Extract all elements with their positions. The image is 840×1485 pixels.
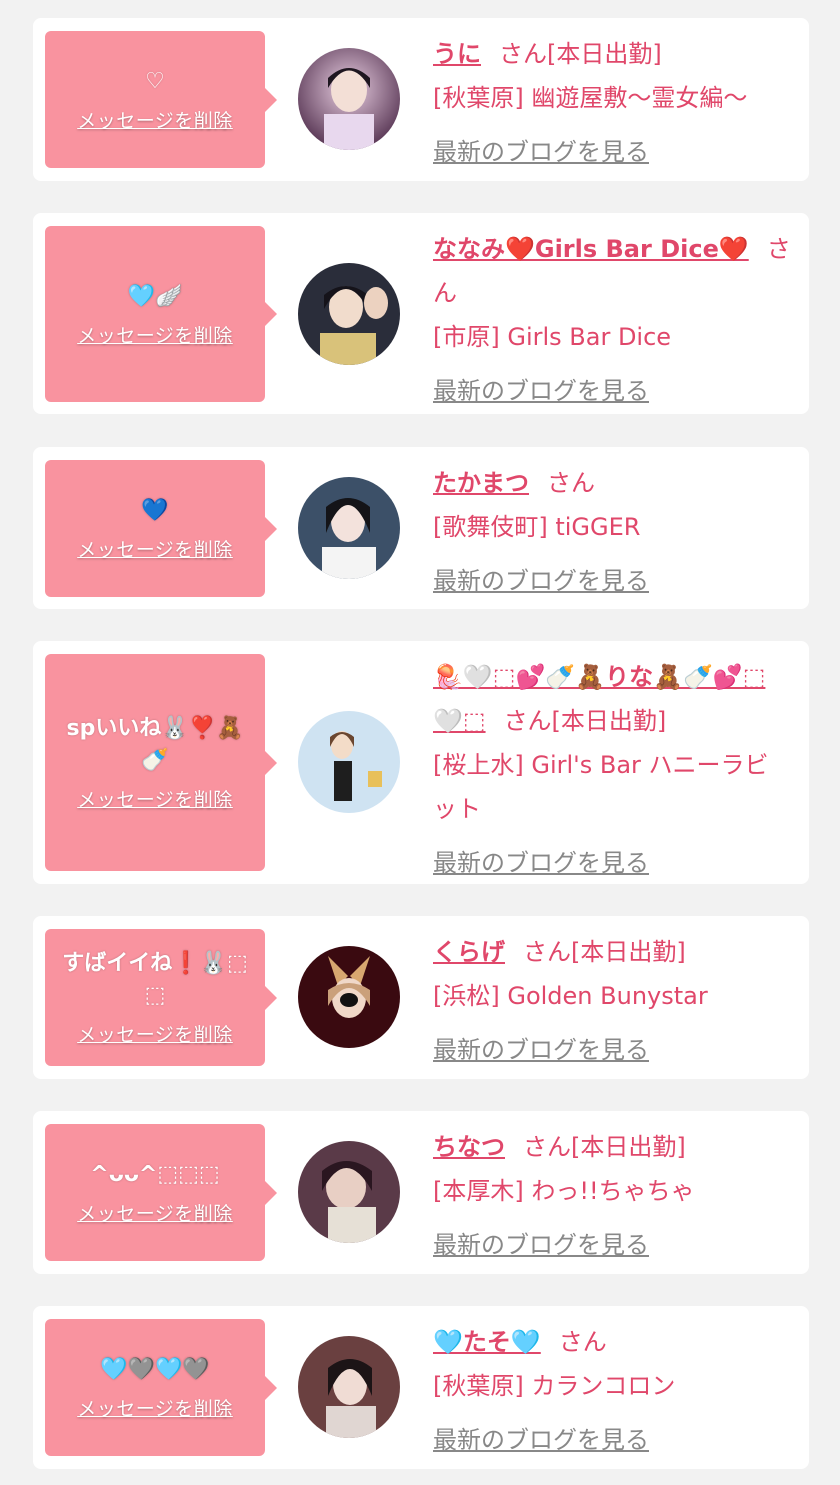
avatar-photo-icon [298, 477, 400, 579]
shop-label: [市原] Girls Bar Dice [433, 323, 672, 351]
delete-message-link[interactable]: メッセージを削除 [77, 106, 233, 133]
avatar[interactable] [298, 1336, 400, 1438]
avatar-photo-icon [298, 48, 400, 150]
cast-info: ななみ❤️Girls Bar Dice❤️ さん [市原] Girls Bar D… [433, 227, 791, 413]
cast-suffix: さん [547, 469, 595, 497]
cast-name-link[interactable]: たかまつ [433, 469, 529, 497]
blog-link[interactable]: 最新のブログを見る [433, 130, 791, 174]
favorite-card: 🩵🩶🩵🩶 メッセージを削除 🩵たそ🩵 さん [秋葉原] カランコロン 最新のブログ… [33, 1306, 809, 1469]
message-text: spいいね🐰❣️🧸🍼 [66, 716, 244, 773]
shop-label: [桜上水] Girl's Bar ハニーラビット [433, 751, 769, 823]
avatar-photo-icon [298, 711, 400, 813]
message-bubble: 🩵🪽 メッセージを削除 [45, 226, 277, 402]
message-bubble: ^ᴗᴗ^⬚⬚⬚ メッセージを削除 [45, 1124, 277, 1261]
message-text: ^ᴗᴗ^⬚⬚⬚ [90, 1162, 220, 1187]
message-bubble: 🩵🩶🩵🩶 メッセージを削除 [45, 1319, 277, 1456]
cast-name-link[interactable]: ななみ❤️Girls Bar Dice❤️ [433, 235, 749, 263]
message-bubble: すばイイね❗️🐰⬚⬚ メッセージを削除 [45, 929, 277, 1066]
favorite-card: 💙 メッセージを削除 たかまつ さん [歌舞伎町] tiGGER 最新のブログを見… [33, 447, 809, 609]
favorite-card: すばイイね❗️🐰⬚⬚ メッセージを削除 くらげ さん[本日出勤] [浜松] Gol… [33, 916, 809, 1079]
cast-info: うに さん[本日出勤] [秋葉原] 幽遊屋敷〜霊女編〜 最新のブログを見る [433, 32, 791, 174]
message-text: ♡ [145, 69, 165, 94]
delete-message-link[interactable]: メッセージを削除 [77, 535, 233, 562]
avatar-photo-icon [298, 263, 400, 365]
blog-link[interactable]: 最新のブログを見る [433, 559, 791, 603]
cast-name-link[interactable]: うに [433, 40, 481, 68]
cast-name-link[interactable]: ちなつ [433, 1133, 505, 1161]
shop-label: [本厚木] わっ!!ちゃちゃ [433, 1177, 695, 1205]
cast-suffix: さん [558, 1328, 607, 1356]
cast-info: ちなつ さん[本日出勤] [本厚木] わっ!!ちゃちゃ 最新のブログを見る [433, 1125, 791, 1267]
avatar[interactable] [298, 48, 400, 150]
avatar-photo-icon [298, 1336, 400, 1438]
delete-message-link[interactable]: メッセージを削除 [77, 1020, 233, 1047]
cast-info: 🪼🤍⬚💕🍼🧸りな🧸🍼💕⬚🤍⬚ さん[本日出勤] [桜上水] Girl's Bar … [433, 655, 791, 885]
message-text: 💙 [141, 498, 169, 523]
avatar[interactable] [298, 477, 400, 579]
delete-message-link[interactable]: メッセージを削除 [77, 321, 233, 348]
delete-message-link[interactable]: メッセージを削除 [77, 785, 233, 812]
cast-name-link[interactable]: くらげ [433, 938, 505, 966]
favorite-card: spいいね🐰❣️🧸🍼 メッセージを削除 🪼🤍⬚💕🍼🧸りな🧸🍼💕⬚🤍⬚ さん[本日出… [33, 641, 809, 884]
favorites-list: ♡ メッセージを削除 うに さん[本日出勤] [秋葉原] 幽遊屋敷〜霊女編〜 最新… [0, 0, 840, 1485]
shop-label: [浜松] Golden Bunystar [433, 982, 708, 1010]
cast-suffix: さん[本日出勤] [523, 938, 686, 966]
favorite-card: 🩵🪽 メッセージを削除 ななみ❤️Girls Bar Dice❤️ さん [市原]… [33, 213, 809, 414]
avatar[interactable] [298, 263, 400, 365]
blog-link[interactable]: 最新のブログを見る [433, 1418, 791, 1462]
cast-info: 🩵たそ🩵 さん [秋葉原] カランコロン 最新のブログを見る [433, 1320, 791, 1462]
message-text: 🩵🩶🩵🩶 [100, 1357, 210, 1382]
cast-suffix: さん[本日出勤] [499, 40, 662, 68]
shop-label: [秋葉原] カランコロン [433, 1372, 676, 1400]
cast-info: たかまつ さん [歌舞伎町] tiGGER 最新のブログを見る [433, 461, 791, 603]
favorite-card: ♡ メッセージを削除 うに さん[本日出勤] [秋葉原] 幽遊屋敷〜霊女編〜 最新… [33, 18, 809, 181]
shop-label: [秋葉原] 幽遊屋敷〜霊女編〜 [433, 84, 748, 112]
blog-link[interactable]: 最新のブログを見る [433, 841, 791, 885]
delete-message-link[interactable]: メッセージを削除 [77, 1199, 233, 1226]
message-bubble: ♡ メッセージを削除 [45, 31, 277, 168]
cast-info: くらげ さん[本日出勤] [浜松] Golden Bunystar 最新のブログを… [433, 930, 791, 1072]
message-text: 🩵🪽 [127, 283, 183, 309]
shop-label: [歌舞伎町] tiGGER [433, 513, 641, 541]
avatar-photo-icon [298, 946, 400, 1048]
blog-link[interactable]: 最新のブログを見る [433, 1028, 791, 1072]
blog-link[interactable]: 最新のブログを見る [433, 369, 791, 413]
favorite-card: ^ᴗᴗ^⬚⬚⬚ メッセージを削除 ちなつ さん[本日出勤] [本厚木] わっ!!ち… [33, 1111, 809, 1274]
message-bubble: spいいね🐰❣️🧸🍼 メッセージを削除 [45, 654, 277, 871]
avatar[interactable] [298, 946, 400, 1048]
cast-suffix: さん[本日出勤] [523, 1133, 686, 1161]
avatar[interactable] [298, 1141, 400, 1243]
delete-message-link[interactable]: メッセージを削除 [77, 1394, 233, 1421]
avatar-photo-icon [298, 1141, 400, 1243]
blog-link[interactable]: 最新のブログを見る [433, 1223, 791, 1267]
message-text: すばイイね❗️🐰⬚⬚ [62, 951, 248, 1008]
avatar[interactable] [298, 711, 400, 813]
message-bubble: 💙 メッセージを削除 [45, 460, 277, 597]
cast-name-link[interactable]: 🩵たそ🩵 [433, 1328, 541, 1356]
cast-suffix: さん[本日出勤] [503, 707, 667, 735]
